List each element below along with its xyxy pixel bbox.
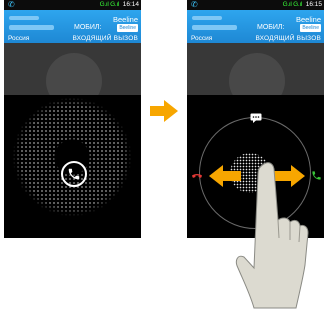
answer-call-icon[interactable]: [311, 170, 322, 181]
caller-header: Beeline МОБИЛ: Beeline Россия ВХОДЯЩИЙ В…: [4, 10, 141, 43]
caller-region: Россия: [8, 35, 30, 42]
answer-handle[interactable]: [61, 161, 87, 187]
phone-screen-left: ✆ G.ıl G.ıl 16:14 Beeline МОБИЛ: Beeline…: [4, 0, 141, 238]
operator-name: Beeline: [295, 15, 321, 24]
status-bar: ✆ G.ıl G.ıl 16:15: [187, 0, 324, 10]
call-status-label: ВХОДЯЩИЙ ВЫЗОВ: [255, 35, 321, 42]
call-type-label: МОБИЛ:: [74, 24, 102, 31]
call-status-label: ВХОДЯЩИЙ ВЫЗОВ: [72, 35, 138, 42]
phone-icon: [68, 168, 80, 180]
caller-name-blurred: [192, 16, 222, 20]
caller-number-blurred: [9, 25, 54, 30]
signal-indicator: G.ıl G.ıl: [282, 1, 303, 8]
hand-icon: [235, 162, 309, 309]
call-action-area: [4, 95, 141, 238]
arrow-icon: [150, 100, 178, 122]
end-call-icon[interactable]: [191, 171, 203, 181]
status-time: 16:15: [305, 1, 322, 8]
caller-header: Beeline МОБИЛ: Beeline Россия ВХОДЯЩИЙ В…: [187, 10, 324, 43]
operator-name: Beeline: [112, 15, 138, 24]
caller-region: Россия: [191, 35, 213, 42]
status-bar: ✆ G.ıl G.ıl 16:14: [4, 0, 141, 10]
message-icon[interactable]: [250, 113, 262, 123]
caller-photo: [4, 43, 141, 95]
status-time: 16:14: [122, 1, 139, 8]
caller-photo: [187, 43, 324, 95]
caller-name-blurred: [9, 16, 39, 20]
glow-dots: [12, 97, 132, 217]
sim-chip: Beeline: [300, 24, 321, 32]
signal-indicator: G.ıl G.ıl: [99, 1, 120, 8]
sim-chip: Beeline: [117, 24, 138, 32]
call-type-label: МОБИЛ:: [257, 24, 285, 31]
caller-number-blurred: [192, 25, 237, 30]
call-status-icon: ✆: [191, 0, 198, 9]
call-status-icon: ✆: [8, 0, 15, 9]
